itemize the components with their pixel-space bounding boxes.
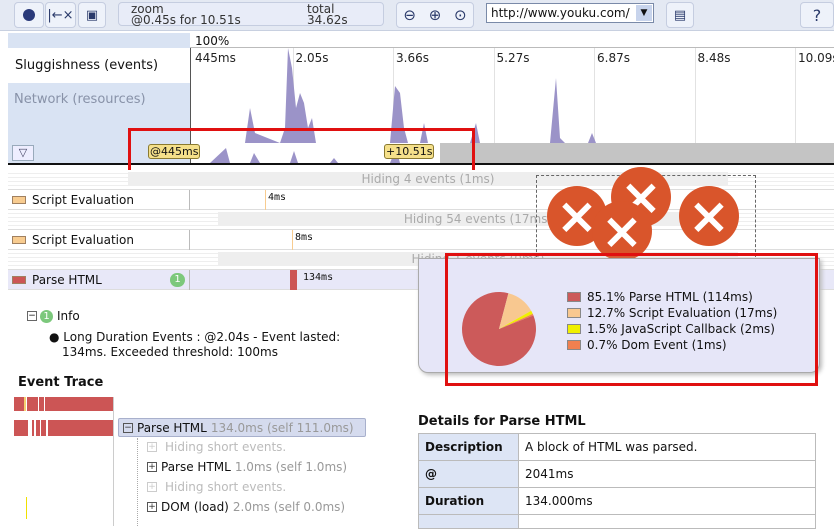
total-value: 34.62s xyxy=(307,13,348,27)
trace-mark xyxy=(26,497,27,519)
info-line: 134ms. Exceeded threshold: 100ms xyxy=(62,345,278,359)
event-color-swatch xyxy=(12,196,26,204)
trace-overview-bar xyxy=(14,397,114,411)
details-row: Description A block of HTML was parsed. xyxy=(418,433,816,461)
details-key: Description xyxy=(418,433,519,461)
trace-time: 2.0ms (self 0.0ms) xyxy=(232,499,346,514)
zoom-value: @0.45s for 10.51s xyxy=(131,13,241,27)
trace-item[interactable]: − Parse HTML 134.0ms (self 111.0ms) xyxy=(118,418,366,437)
details-value xyxy=(518,514,816,529)
expand-icon[interactable]: + xyxy=(147,441,157,452)
trace-time: 1.0ms (self 1.0ms) xyxy=(234,459,348,474)
close-icon: × xyxy=(679,186,739,246)
details-row xyxy=(418,514,816,529)
save-icon: ▣ xyxy=(85,7,99,23)
trace-item[interactable]: + Hiding short events. xyxy=(143,477,290,496)
event-duration: 134ms xyxy=(303,272,334,283)
clear-button[interactable]: |←× xyxy=(45,2,76,28)
record-icon xyxy=(23,9,35,21)
event-duration: 8ms xyxy=(295,232,314,243)
event-name: Script Evaluation xyxy=(32,193,134,207)
chevron-down-icon[interactable]: ▼ xyxy=(636,5,652,21)
report-button[interactable]: ▤ xyxy=(666,2,694,28)
expand-icon[interactable]: + xyxy=(147,481,157,492)
header-spacer xyxy=(8,33,190,48)
event-bar xyxy=(265,190,266,210)
filter-button[interactable]: ▽ xyxy=(12,145,34,161)
details-table: Description A block of HTML was parsed. @2… xyxy=(418,433,816,529)
url-select[interactable]: http://www.youku.com/ ▼ xyxy=(486,3,654,23)
event-duration: 4ms xyxy=(268,192,287,203)
details-value: 134.000ms xyxy=(518,487,816,515)
broken-image-placeholder: × × × × xyxy=(536,167,756,262)
zoom-percent: 100% xyxy=(195,34,230,48)
save-button[interactable]: ▣ xyxy=(78,2,106,28)
zoom-out-icon[interactable]: ⊖ xyxy=(403,6,416,24)
event-color-swatch xyxy=(12,276,26,284)
zoom-info: zoom @0.45s for 10.51s total 34.62s xyxy=(118,2,384,26)
details-value: A block of HTML was parsed. xyxy=(518,433,816,461)
info-section: − 1 Info xyxy=(27,309,80,323)
url-value: http://www.youku.com/ xyxy=(491,6,630,20)
collapse-icon[interactable]: − xyxy=(123,422,133,433)
details-value: 2041ms xyxy=(518,460,816,488)
trace-bar xyxy=(14,420,114,436)
event-name: Parse HTML xyxy=(32,273,102,287)
info-title: Info xyxy=(57,309,80,323)
details-row: Duration 134.000ms xyxy=(418,487,816,515)
zoom-controls: ⊖ ⊕ ⊙ xyxy=(396,2,474,28)
details-key: @ xyxy=(418,460,519,488)
info-line: Long Duration Events : @2.04s - Event la… xyxy=(63,330,341,344)
bullet-icon: ● xyxy=(49,330,64,344)
divider xyxy=(113,397,114,526)
trace-item[interactable]: + Parse HTML 1.0ms (self 1.0ms) xyxy=(143,457,351,476)
info-badge: 1 xyxy=(40,309,53,323)
zoom-in-icon[interactable]: ⊕ xyxy=(429,6,442,24)
zoom-fit-icon[interactable]: ⊙ xyxy=(454,6,467,24)
help-button[interactable]: ? xyxy=(800,2,834,28)
trace-time: Hiding short events. xyxy=(165,439,287,454)
trace-name: DOM (load) xyxy=(161,499,229,514)
record-button[interactable] xyxy=(14,2,44,28)
trace-time: 134.0ms (self 111.0ms) xyxy=(210,420,354,435)
highlight-box xyxy=(445,253,818,386)
event-color-swatch xyxy=(12,236,26,244)
expand-icon[interactable]: + xyxy=(147,461,157,472)
close-icon: × xyxy=(592,201,652,261)
details-key xyxy=(418,514,519,529)
info-message: ● Long Duration Events : @2.04s - Event … xyxy=(49,330,340,360)
details-row: @2041ms xyxy=(418,460,816,488)
event-label: Script Evaluation xyxy=(8,230,190,250)
trace-name: Parse HTML xyxy=(137,420,207,435)
report-icon: ▤ xyxy=(673,7,687,23)
details-key: Duration xyxy=(418,487,519,515)
trace-item[interactable]: + DOM (load) 2.0ms (self 0.0ms) xyxy=(143,497,349,516)
event-bar xyxy=(290,270,297,290)
trace-name: Parse HTML xyxy=(161,459,231,474)
event-label: Parse HTML 1 xyxy=(8,270,190,290)
event-bar xyxy=(292,230,293,250)
event-trace-title: Event Trace xyxy=(18,375,104,390)
event-name: Script Evaluation xyxy=(32,233,134,247)
event-label: Script Evaluation xyxy=(8,190,190,210)
trace-time: Hiding short events. xyxy=(165,479,287,494)
details-title: Details for Parse HTML xyxy=(418,414,586,429)
clear-icon: |←× xyxy=(47,7,74,23)
overview-outside xyxy=(440,143,834,163)
event-badge: 1 xyxy=(170,273,185,287)
tree-guide xyxy=(137,438,138,526)
collapse-icon[interactable]: − xyxy=(27,311,37,321)
expand-icon[interactable]: + xyxy=(147,501,157,512)
sluggishness-label: Sluggishness (events) xyxy=(15,58,159,73)
help-icon: ? xyxy=(812,5,822,25)
trace-item[interactable]: + Hiding short events. xyxy=(143,437,290,456)
